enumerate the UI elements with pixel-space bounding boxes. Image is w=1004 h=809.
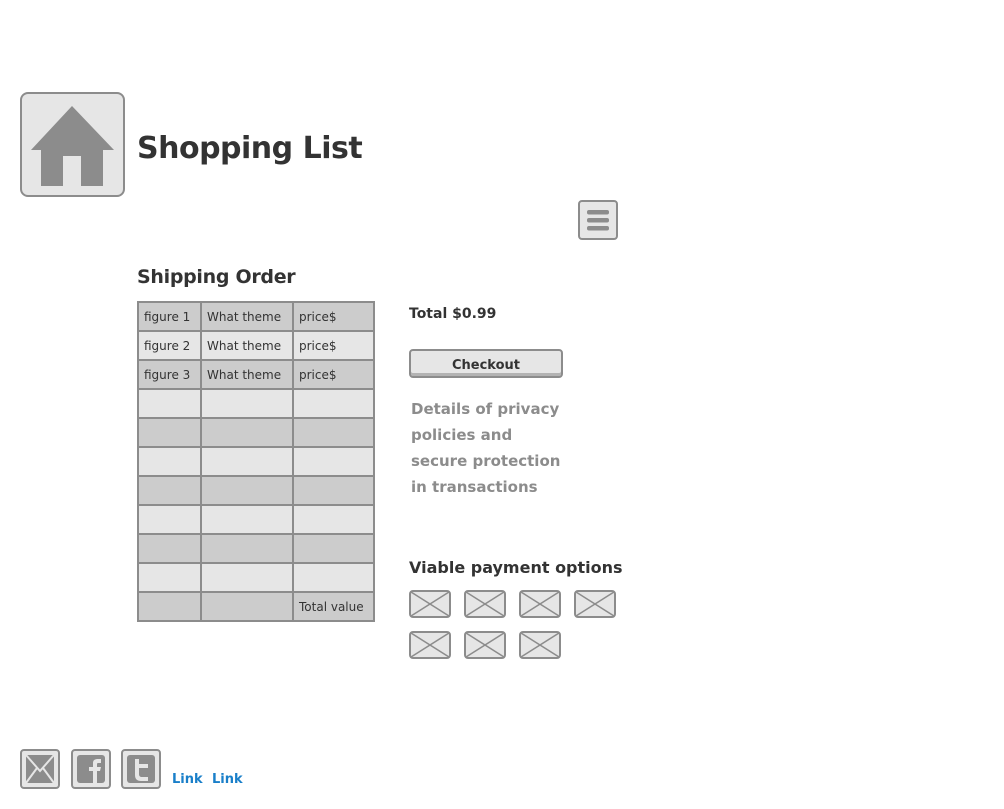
twitter-icon[interactable] xyxy=(121,749,161,789)
section-title: Shipping Order xyxy=(137,266,296,288)
footer-link-1[interactable]: Link xyxy=(172,772,203,787)
image-placeholder-icon[interactable] xyxy=(464,590,506,618)
image-placeholder-icon[interactable] xyxy=(574,590,616,618)
table-cell: Total value xyxy=(292,591,375,622)
table-cell xyxy=(200,417,294,448)
image-placeholder-icon[interactable] xyxy=(519,631,561,659)
image-placeholder-icon[interactable] xyxy=(519,590,561,618)
footer-link-2[interactable]: Link xyxy=(212,772,243,787)
checkout-button[interactable]: Checkout xyxy=(409,349,563,378)
table-cell xyxy=(137,388,202,419)
hamburger-menu-icon xyxy=(587,210,609,231)
home-icon xyxy=(31,106,114,186)
table-row xyxy=(137,533,375,564)
table-row xyxy=(137,562,375,593)
table-cell xyxy=(292,446,375,477)
page-title: Shopping List xyxy=(137,131,363,166)
facebook-icon[interactable] xyxy=(71,749,111,789)
table-cell: What theme xyxy=(200,359,294,390)
table-cell xyxy=(200,533,294,564)
table-row xyxy=(137,417,375,448)
table-cell xyxy=(137,504,202,535)
table-cell xyxy=(292,504,375,535)
table-cell xyxy=(292,562,375,593)
table-cell xyxy=(200,504,294,535)
payment-options-title: Viable payment options xyxy=(409,558,623,577)
menu-button[interactable] xyxy=(578,200,618,240)
table-cell xyxy=(137,562,202,593)
image-placeholder-icon[interactable] xyxy=(409,590,451,618)
table-cell xyxy=(200,388,294,419)
table-row xyxy=(137,504,375,535)
mail-icon[interactable] xyxy=(20,749,60,789)
table-cell xyxy=(200,475,294,506)
table-row: figure 3 What theme price$ xyxy=(137,359,375,390)
table-cell: price$ xyxy=(292,359,375,390)
image-placeholder-icon[interactable] xyxy=(409,631,451,659)
table-cell xyxy=(137,417,202,448)
table-cell: What theme xyxy=(200,330,294,361)
table-row xyxy=(137,446,375,477)
table-cell xyxy=(200,562,294,593)
table-cell: figure 2 xyxy=(137,330,202,361)
table-row xyxy=(137,475,375,506)
table-cell xyxy=(292,533,375,564)
table-row: figure 2 What theme price$ xyxy=(137,330,375,361)
home-button[interactable] xyxy=(20,92,125,197)
table-cell: price$ xyxy=(292,330,375,361)
table-row: figure 1 What theme price$ xyxy=(137,301,375,332)
privacy-details-text: Details of privacy policies and secure p… xyxy=(411,400,561,496)
table-cell xyxy=(292,417,375,448)
table-cell: What theme xyxy=(200,301,294,332)
total-label: Total $0.99 xyxy=(409,306,497,322)
table-cell xyxy=(292,475,375,506)
table-cell xyxy=(292,388,375,419)
table-cell: price$ xyxy=(292,301,375,332)
table-cell xyxy=(200,446,294,477)
table-row: Total value xyxy=(137,591,375,622)
table-cell xyxy=(137,475,202,506)
table-cell: figure 3 xyxy=(137,359,202,390)
table-cell xyxy=(137,533,202,564)
table-cell xyxy=(137,591,202,622)
table-cell: figure 1 xyxy=(137,301,202,332)
table-cell xyxy=(137,446,202,477)
order-table: figure 1 What theme price$ figure 2 What the… xyxy=(137,301,375,622)
table-row xyxy=(137,388,375,419)
table-cell xyxy=(200,591,294,622)
image-placeholder-icon[interactable] xyxy=(464,631,506,659)
